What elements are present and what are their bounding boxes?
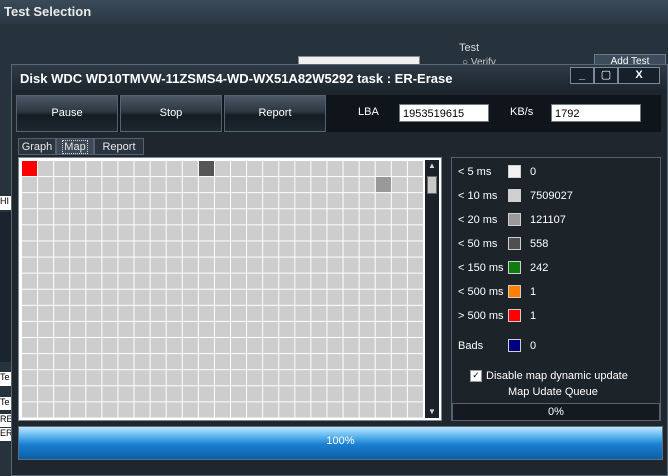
legend-label: < 50 ms (458, 238, 498, 250)
tab-report-label: Report (102, 141, 136, 153)
legend-row: < 50 ms 558 (452, 236, 652, 252)
disable-map-update-label: Disable map dynamic update (486, 370, 628, 382)
legend-color-swatch (508, 339, 521, 352)
stop-button[interactable]: Stop (120, 95, 222, 132)
lba-field[interactable]: 1953519615 (399, 104, 489, 122)
map-cell (375, 177, 391, 193)
legend-color-swatch (508, 165, 521, 178)
legend-count: 1 (530, 286, 537, 298)
task-progress-bar: 100% (18, 426, 663, 460)
legend-count: 242 (530, 262, 549, 274)
report-button[interactable]: Report (224, 95, 326, 132)
legend-color-swatch (508, 285, 521, 298)
legend-color-swatch (508, 213, 521, 226)
tab-report[interactable]: Report (94, 138, 144, 155)
sector-map-panel: ▲ ▼ (18, 157, 442, 421)
legend-row: < 20 ms 121107 (452, 212, 652, 228)
background-window-title: Test Selection (0, 0, 668, 24)
scroll-up-icon[interactable]: ▲ (425, 160, 439, 172)
map-update-queue-label: Map Udate Queue (508, 386, 598, 398)
tab-map-label: Map (62, 140, 88, 154)
disable-map-update-checkbox[interactable]: ✓ Disable map dynamic update (470, 370, 628, 383)
kbs-field[interactable]: 1792 (551, 104, 641, 122)
close-button[interactable]: X (618, 67, 660, 84)
map-update-queue-bar: 0% (452, 403, 660, 421)
tab-map[interactable]: Map (56, 138, 94, 155)
minimize-button[interactable]: _ (570, 67, 594, 84)
checkbox-checked-icon[interactable]: ✓ (470, 370, 482, 383)
legend-row: < 150 ms 242 (452, 260, 652, 276)
latency-legend: ✓ Disable map dynamic update Map Udate Qu… (451, 157, 661, 421)
toolbar: Pause Stop Report LBA 1953519615 KB/s 17… (16, 95, 661, 132)
legend-row: < 500 ms 1 (452, 284, 652, 300)
tab-graph[interactable]: Graph (18, 138, 56, 155)
legend-color-swatch (508, 309, 521, 322)
disk-task-dialog: Disk WDC WD10TMVW-11ZSMS4-WD-WX51A82W529… (11, 64, 668, 476)
test-group-label: Test (459, 42, 480, 54)
legend-row: < 10 ms 7509027 (452, 188, 652, 204)
dialog-title: Disk WDC WD10TMVW-11ZSMS4-WD-WX51A82W529… (12, 65, 667, 93)
legend-row: > 500 ms 1 (452, 308, 652, 324)
legend-color-swatch (508, 261, 521, 274)
legend-count: 0 (530, 166, 537, 178)
legend-count: 121107 (530, 214, 566, 226)
legend-color-swatch (508, 189, 521, 202)
legend-row: < 5 ms 0 (452, 164, 652, 180)
legend-count: 1 (530, 310, 537, 322)
legend-count: 558 (530, 238, 549, 250)
legend-label: < 500 ms (458, 286, 504, 298)
maximize-button[interactable]: ▢ (594, 67, 618, 84)
map-scrollbar[interactable]: ▲ ▼ (425, 160, 439, 418)
legend-label: < 20 ms (458, 214, 498, 226)
map-cell (198, 161, 214, 176)
legend-label: Bads (458, 340, 484, 352)
scroll-down-icon[interactable]: ▼ (425, 406, 439, 418)
tab-graph-label: Graph (21, 141, 53, 153)
legend-label: < 5 ms (458, 166, 492, 178)
pause-button[interactable]: Pause (16, 95, 118, 132)
legend-count: 0 (530, 340, 537, 352)
kbs-label: KB/s (510, 106, 534, 118)
legend-count: 7509027 (530, 190, 573, 202)
legend-color-swatch (508, 237, 521, 250)
legend-label: < 10 ms (458, 190, 498, 202)
scroll-thumb[interactable] (427, 176, 437, 194)
legend-label: < 150 ms (458, 262, 504, 274)
legend-row: Bads 0 (452, 338, 652, 354)
sector-map-grid (21, 160, 423, 418)
progress-percent: 100% (326, 435, 355, 447)
map-cell (22, 161, 37, 176)
lba-label: LBA (358, 106, 379, 118)
legend-label: > 500 ms (458, 310, 504, 322)
